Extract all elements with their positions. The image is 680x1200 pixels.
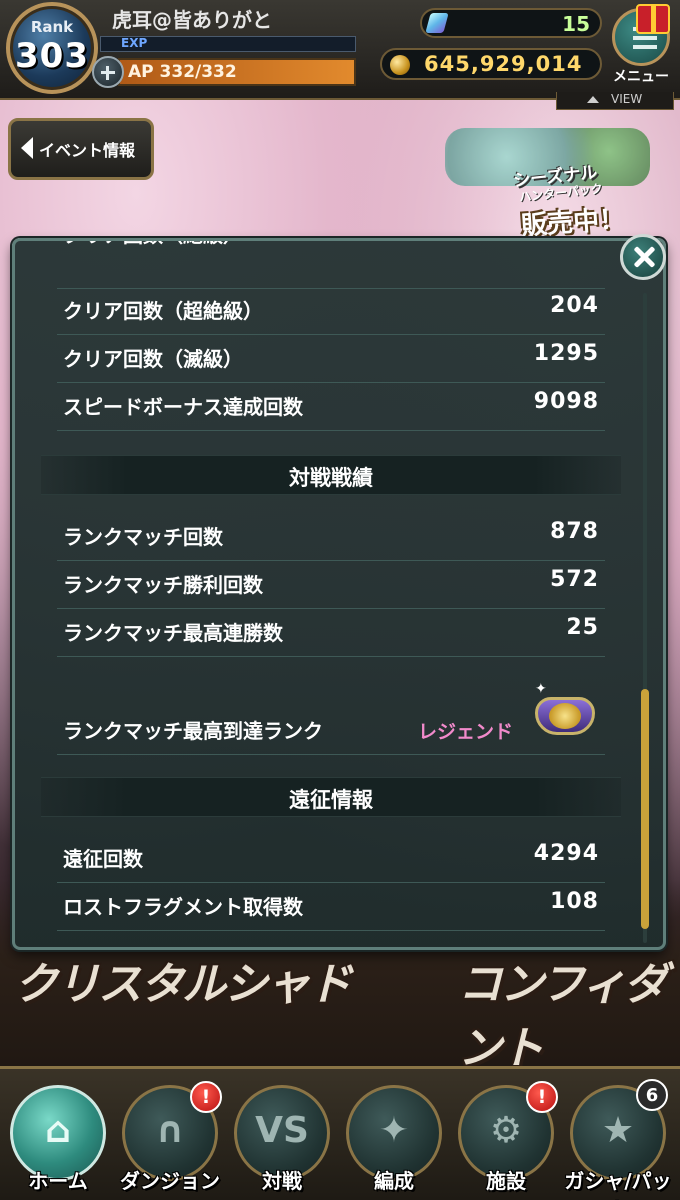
player-name: 虎耳@皆ありがと — [112, 8, 272, 32]
stat-value: 25 — [566, 615, 599, 640]
caret-up-icon — [587, 96, 599, 103]
right-banner-title: コンフィダント — [458, 959, 668, 1074]
stat-row-highest-rank: ランクマッチ最高到達ランク レジェンド ✦ — [57, 681, 605, 755]
nav-label: 編成 — [374, 1169, 414, 1193]
stat-row: ロストフラグメント取得数 108 — [57, 883, 605, 931]
stat-value: 204 — [550, 293, 599, 318]
menu-label: メニュー — [613, 69, 669, 85]
nav-home[interactable]: ⌂ ホーム — [4, 1079, 112, 1200]
legend-rank-label: レジェンド — [417, 721, 513, 743]
ap-bar: AP 332/332 — [118, 58, 356, 86]
gold-counter: 645,929,014 — [380, 48, 602, 80]
top-hud: Rank 303 虎耳@皆ありがと EXP AP 332/332 15 645,… — [0, 0, 680, 100]
rank-value: 303 — [15, 36, 89, 76]
stat-label: ランクマッチ最高連勝数 — [63, 621, 283, 645]
rank-badge: Rank 303 — [6, 2, 98, 94]
nav-gacha[interactable]: ★ 6 ガシャ/パック — [564, 1079, 672, 1200]
left-banner-title: クリスタルシャド — [14, 959, 352, 1010]
nav-label: ダンジョン — [120, 1169, 220, 1193]
bottom-nav: ⌂ ホーム ∩ ! ダンジョン VS 対戦 ✦ 編成 ⚙ ! 施設 ★ 6 ガシ… — [0, 1066, 680, 1200]
promo-on-sale: 販売中！ — [520, 204, 627, 242]
scrollbar-thumb[interactable] — [641, 689, 649, 929]
stat-label: ランクマッチ回数 — [63, 525, 223, 549]
gem-count: 15 — [562, 12, 590, 36]
legend-rank-emblem-icon: ✦ — [527, 679, 601, 747]
stat-row: ランクマッチ回数 878 — [57, 513, 605, 561]
stat-value: 5719 — [534, 241, 599, 244]
event-info-button[interactable]: イベント情報 — [8, 118, 154, 180]
stat-value: 572 — [550, 567, 599, 592]
view-label: VIEW — [611, 92, 643, 106]
emblem-core — [549, 703, 581, 729]
ap-recover-plus-button[interactable] — [92, 56, 124, 88]
stat-value: 878 — [550, 519, 599, 544]
stat-label: ランクマッチ勝利回数 — [63, 573, 263, 597]
exp-bar: EXP — [100, 36, 356, 52]
stat-label: クリア回数（超絶級） — [63, 299, 263, 323]
nav-label: 対戦 — [262, 1169, 302, 1193]
stat-row-clear-extreme: クリア回数（絶級） 5719 — [57, 241, 605, 289]
stat-row: ランクマッチ勝利回数 572 — [57, 561, 605, 609]
section-header-battle: 対戦戦績 — [41, 455, 621, 495]
stat-value: 9098 — [533, 389, 599, 414]
arrow-left-icon — [21, 137, 33, 159]
rank-label: Rank — [30, 18, 74, 36]
coin-icon — [390, 55, 410, 75]
stat-label: クリア回数（絶級） — [63, 241, 243, 248]
stat-value: 108 — [550, 889, 599, 914]
player-stats-modal: クリア回数（絶級） 5719 クリア回数（超絶級） 204 クリア回数（滅級） … — [12, 238, 666, 950]
section-header-expedition: 遠征情報 — [41, 777, 621, 817]
stat-row: 遠征回数 4294 — [57, 835, 605, 883]
stat-row: クリア回数（滅級） 1295 — [57, 335, 605, 383]
section-title: 対戦戦績 — [289, 466, 373, 490]
gift-icon[interactable] — [636, 4, 670, 34]
nav-team[interactable]: ✦ 編成 — [340, 1079, 448, 1200]
nav-dungeon[interactable]: ∩ ! ダンジョン — [116, 1079, 224, 1200]
gem-counter[interactable]: 15 — [420, 8, 602, 38]
nav-label: 施設 — [486, 1169, 526, 1193]
stat-row: スピードボーナス達成回数 9098 — [57, 383, 605, 431]
stat-value: 1295 — [533, 341, 599, 366]
section-title: 遠征情報 — [289, 788, 373, 812]
stat-label: クリア回数（滅級） — [63, 347, 243, 371]
view-toggle-button[interactable]: VIEW — [556, 92, 674, 110]
ap-text: AP 332/332 — [128, 62, 237, 82]
sparkle-icon: ✦ — [535, 681, 547, 697]
alert-badge: ! — [526, 1081, 558, 1113]
stat-label: ロストフラグメント取得数 — [63, 895, 303, 919]
nav-label: ホーム — [28, 1169, 88, 1193]
count-badge: 6 — [636, 1079, 668, 1111]
nav-label: ガシャ/パック — [564, 1169, 672, 1200]
nav-facility[interactable]: ⚙ ! 施設 — [452, 1079, 560, 1200]
gold-count: 645,929,014 — [424, 52, 583, 76]
nav-battle[interactable]: VS 対戦 — [228, 1079, 336, 1200]
promo-banner[interactable]: シーズナル ハンターパック 販売中！ — [505, 162, 655, 242]
alert-badge: ! — [190, 1081, 222, 1113]
crystal-icon — [425, 13, 449, 33]
stat-row: クリア回数（超絶級） 204 — [57, 287, 605, 335]
stat-row: ランクマッチ最高連勝数 25 — [57, 609, 605, 657]
event-info-label: イベント情報 — [39, 141, 136, 160]
stat-label: ランクマッチ最高到達ランク — [63, 719, 323, 743]
exp-label: EXP — [121, 36, 148, 50]
stat-label: 遠征回数 — [63, 847, 143, 871]
stat-label: スピードボーナス達成回数 — [63, 395, 303, 419]
close-button[interactable] — [620, 234, 666, 280]
stat-value: 4294 — [533, 841, 599, 866]
